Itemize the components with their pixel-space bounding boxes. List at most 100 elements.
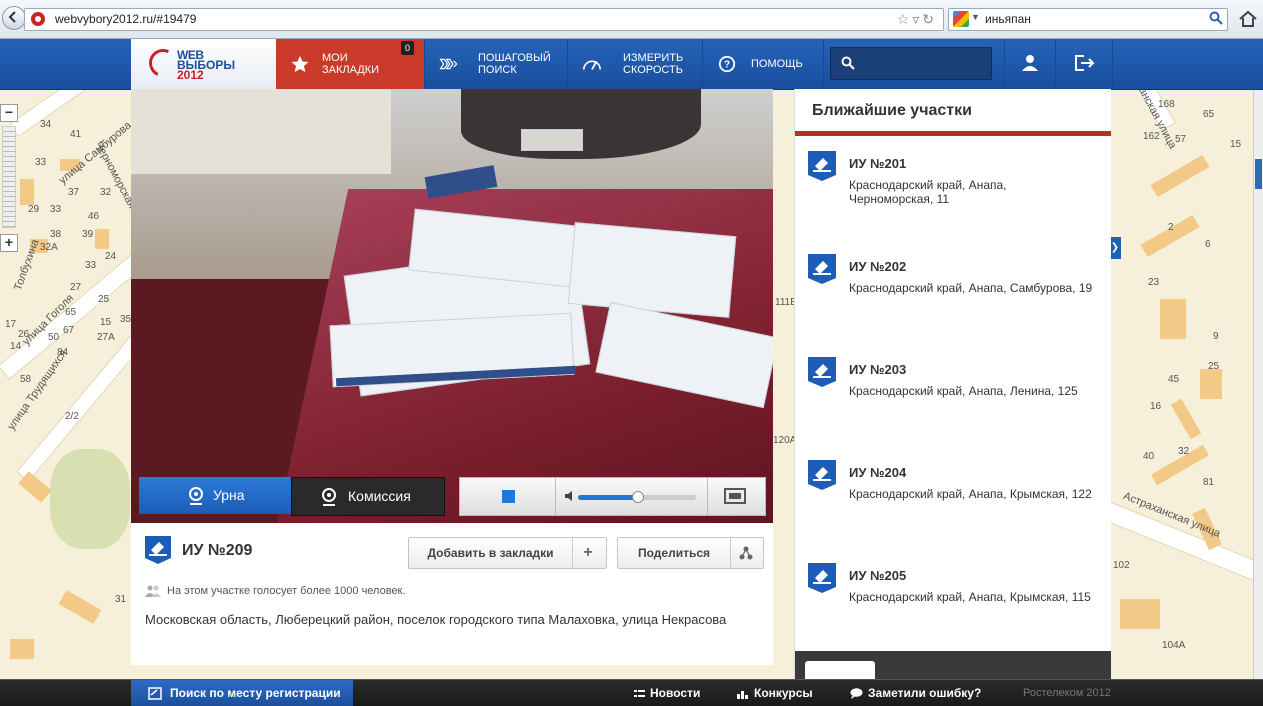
zoom-in-button[interactable]: +	[0, 234, 18, 252]
footer-contests-link[interactable]: Конкурсы	[737, 680, 813, 706]
map-number: 120А	[773, 435, 797, 446]
volume-slider[interactable]	[578, 491, 696, 503]
map-number: 33	[35, 157, 47, 168]
nearest-station-item[interactable]: ИУ №204 Краснодарский край, Анапа, Крымск…	[808, 460, 1104, 540]
nearest-station-name[interactable]: ИУ №203	[849, 362, 906, 377]
nearest-station-address: Краснодарский край, Анапа, Самбурова, 19	[849, 281, 1093, 295]
camera-tab-label: Комиссия	[348, 488, 411, 504]
nav-my-bookmarks[interactable]: МОИ ЗАКЛАДКИ 0	[276, 39, 425, 89]
map-number: 67	[63, 325, 75, 336]
share-button[interactable]: Поделиться	[617, 537, 764, 569]
zoom-out-button[interactable]: −	[0, 104, 18, 122]
site-search-input[interactable]	[830, 47, 992, 80]
nearest-station-item[interactable]: ИУ №202 Краснодарский край, Анапа, Самбур…	[808, 254, 1104, 334]
map-number: 6	[1205, 239, 1211, 250]
map-number: 14	[10, 341, 22, 352]
camera-tab-urn[interactable]: Урна	[139, 477, 291, 514]
search-icon	[841, 56, 855, 70]
nav-help[interactable]: ? ПОМОЩЬ	[703, 39, 824, 89]
browser-toolbar: webvybory2012.ru/#19479 ☆▿↻ ▼ иньяпан	[0, 0, 1263, 39]
button-label: Поделиться	[637, 546, 711, 560]
nearest-station-item[interactable]: ИУ №203 Краснодарский край, Анапа, Ленина…	[808, 357, 1104, 437]
map-building	[18, 471, 52, 503]
nearest-station-name[interactable]: ИУ №202	[849, 259, 906, 274]
video-controls	[459, 477, 766, 516]
nav-label: ЗАКЛАДКИ	[322, 64, 380, 76]
nearest-station-name[interactable]: ИУ №205	[849, 568, 906, 583]
map-number: 32А	[40, 242, 58, 253]
nearest-station-name[interactable]: ИУ №201	[849, 156, 906, 171]
site-logo[interactable]: WEB ВЫБОРЫ 2012	[131, 39, 276, 89]
page-scrollbar[interactable]	[1253, 39, 1263, 679]
map-number: 104А	[1162, 640, 1186, 651]
nearest-station-item[interactable]: ИУ №205 Краснодарский край, Анапа, Крымск…	[808, 563, 1104, 643]
video-scene	[521, 129, 583, 151]
add-to-bookmarks-button[interactable]: Добавить в закладки +	[408, 537, 607, 569]
video-scene	[567, 222, 737, 318]
video-stream[interactable]: Урна Комиссия	[131, 89, 773, 523]
bookmarks-count-badge: 0	[400, 41, 414, 55]
map-number: 2/2	[65, 411, 79, 422]
nav-step-search[interactable]: ПОШАГОВЫЙ ПОИСК	[425, 39, 568, 89]
map-number: 102	[1113, 560, 1130, 571]
registration-search-button[interactable]: Поиск по месту регистрации	[131, 680, 353, 706]
map-number: 35	[120, 314, 132, 325]
zoom-slider[interactable]	[2, 126, 16, 228]
volume-slider-handle[interactable]	[632, 491, 644, 503]
map-zoom-control[interactable]: − +	[0, 104, 18, 254]
browser-search-input[interactable]: иньяпан	[985, 12, 1031, 26]
footer-label: Заметили ошибку?	[868, 686, 982, 700]
nearest-station-address: Краснодарский край, Анапа, Крымская, 122	[849, 487, 1092, 501]
map-number: 27	[70, 282, 82, 293]
video-scene	[131, 89, 391, 174]
map-number: 162	[1143, 131, 1160, 142]
chevron-down-icon[interactable]: ▼	[971, 12, 980, 22]
nearest-station-address: Краснодарский край, Анапа, Ленина, 125	[849, 384, 1078, 398]
nearest-stations-header: Ближайшие участки	[795, 89, 1111, 136]
scrollbar-thumb[interactable]	[1255, 159, 1262, 189]
address-bar[interactable]: webvybory2012.ru/#19479 ☆▿↻	[24, 8, 944, 31]
camera-tab-commission[interactable]: Комиссия	[291, 477, 445, 516]
arrow-left-icon	[8, 11, 16, 23]
map-number: 17	[5, 319, 17, 330]
camera-icon	[189, 487, 203, 505]
map-building	[10, 639, 34, 659]
nearest-station-item[interactable]: ИУ №201 Краснодарский край, Анапа, Черном…	[808, 151, 1104, 231]
user-account-button[interactable]	[1004, 39, 1055, 89]
stop-button[interactable]	[502, 490, 515, 503]
voters-note-text: На этом участке голосует более 1000 чело…	[167, 585, 406, 597]
fullscreen-icon[interactable]	[724, 488, 746, 504]
home-icon[interactable]	[1238, 9, 1258, 29]
map-number: 25	[1208, 361, 1220, 372]
map-number: 24	[105, 251, 117, 262]
footer-label: Конкурсы	[754, 686, 813, 700]
volume-icon[interactable]	[564, 490, 574, 502]
footer-news-link[interactable]: Новости	[634, 680, 700, 706]
nav-label: ПОШАГОВЫЙ	[478, 52, 551, 64]
map-building	[20, 179, 34, 205]
question-circle-icon: ?	[718, 55, 736, 73]
nav-measure-speed[interactable]: ИЗМЕРИТЬ СКОРОСТЬ	[568, 39, 703, 89]
ballot-box-icon	[145, 536, 171, 564]
browser-search-box[interactable]: ▼ иньяпан	[948, 8, 1228, 31]
people-icon	[145, 585, 161, 598]
bookmark-star-icon[interactable]: ☆▿↻	[897, 11, 937, 28]
map-number: 50	[48, 332, 60, 343]
news-list-icon	[634, 689, 645, 697]
footer-report-error-link[interactable]: Заметили ошибку?	[850, 680, 981, 706]
nearest-station-name[interactable]: ИУ №204	[849, 465, 906, 480]
map-number: 31	[115, 594, 127, 605]
station-address: Московская область, Люберецкий район, по…	[145, 612, 727, 627]
speech-bubble-icon	[850, 688, 863, 700]
map-number: 25	[98, 294, 110, 305]
nav-label: ИЗМЕРИТЬ	[623, 52, 684, 64]
panel-title: Ближайшие участки	[812, 102, 972, 119]
search-icon[interactable]	[1209, 11, 1223, 25]
back-button[interactable]	[2, 6, 26, 30]
map-building	[1150, 154, 1210, 198]
map-number: 9	[1213, 331, 1219, 342]
panel-footer-tab[interactable]	[805, 661, 875, 679]
logout-button[interactable]	[1055, 39, 1113, 89]
map-number: 23	[1148, 277, 1160, 288]
map-building	[1200, 369, 1222, 399]
